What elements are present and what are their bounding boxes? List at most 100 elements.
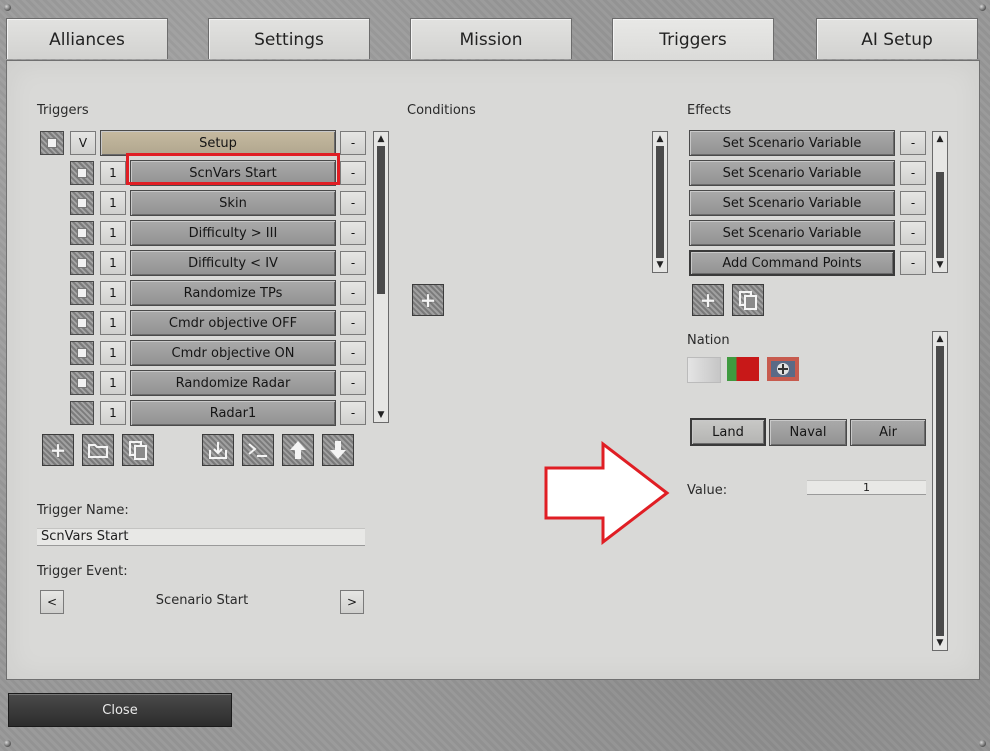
trigger-count[interactable]: 1 <box>100 371 126 395</box>
trigger-item-button[interactable]: Radar1 <box>130 400 336 426</box>
trigger-item-button[interactable]: Difficulty < IV <box>130 250 336 276</box>
import-icon <box>209 442 227 459</box>
effect-item-button[interactable]: Set Scenario Variable <box>689 190 895 216</box>
rivet <box>979 4 986 11</box>
trigger-remove-button[interactable]: - <box>340 281 366 305</box>
import-button[interactable] <box>202 434 234 466</box>
trigger-item-button[interactable]: Randomize TPs <box>130 280 336 306</box>
scroll-up-icon[interactable]: ▲ <box>374 133 388 145</box>
trigger-remove-button[interactable]: - <box>340 311 366 335</box>
add-effect-button[interactable]: + <box>692 284 724 316</box>
trigger-remove-button[interactable]: - <box>340 221 366 245</box>
scroll-thumb[interactable] <box>656 146 664 258</box>
branch-air-button[interactable]: Air <box>850 419 926 446</box>
effect-item-button[interactable]: Set Scenario Variable <box>689 160 895 186</box>
trigger-checkbox[interactable] <box>70 311 94 335</box>
trigger-count[interactable]: 1 <box>100 221 126 245</box>
tab-settings[interactable]: Settings <box>208 18 370 59</box>
trigger-count[interactable]: 1 <box>100 251 126 275</box>
tab-triggers[interactable]: Triggers <box>612 18 774 63</box>
trigger-count[interactable]: 1 <box>100 401 126 425</box>
effect-remove-button[interactable]: - <box>900 131 926 155</box>
add-condition-button[interactable]: + <box>412 284 444 316</box>
effect-item-button[interactable]: Set Scenario Variable <box>689 220 895 246</box>
scroll-down-icon[interactable]: ▼ <box>933 637 947 649</box>
trigger-checkbox[interactable] <box>70 191 94 215</box>
folder-button[interactable] <box>82 434 114 466</box>
effect-item-button[interactable]: Set Scenario Variable <box>689 130 895 156</box>
setup-checkbox[interactable] <box>40 131 64 155</box>
trigger-remove-button[interactable]: - <box>340 161 366 185</box>
trigger-item-button[interactable]: Skin <box>130 190 336 216</box>
scroll-thumb[interactable] <box>936 346 944 636</box>
conditions-heading: Conditions <box>407 103 476 118</box>
effects-heading: Effects <box>687 103 732 118</box>
trigger-remove-button[interactable]: - <box>340 401 366 425</box>
trigger-name-input[interactable]: ScnVars Start <box>37 528 365 546</box>
scroll-up-icon[interactable]: ▲ <box>933 133 947 145</box>
trigger-checkbox[interactable] <box>70 251 94 275</box>
trigger-count[interactable]: 1 <box>100 191 126 215</box>
nation-flag-white-icon[interactable] <box>687 357 721 383</box>
move-down-button[interactable] <box>322 434 354 466</box>
trigger-remove-button[interactable]: - <box>340 191 366 215</box>
branch-land-button[interactable]: Land <box>690 418 766 446</box>
copy-effect-button[interactable] <box>732 284 764 316</box>
console-icon <box>248 443 267 457</box>
event-prev-button[interactable]: < <box>40 590 64 614</box>
trigger-remove-button[interactable]: - <box>340 371 366 395</box>
scroll-down-icon[interactable]: ▼ <box>374 409 388 421</box>
add-trigger-button[interactable]: + <box>42 434 74 466</box>
effects-scrollbar[interactable]: ▲ ▼ <box>932 131 948 273</box>
trigger-count[interactable]: 1 <box>100 341 126 365</box>
trigger-name-label: Trigger Name: <box>37 503 129 518</box>
trigger-count[interactable]: 1 <box>100 281 126 305</box>
copy-trigger-button[interactable] <box>122 434 154 466</box>
rivet <box>4 740 11 747</box>
value-label: Value: <box>687 483 728 498</box>
scroll-down-icon[interactable]: ▼ <box>933 259 947 271</box>
scroll-thumb[interactable] <box>936 172 944 258</box>
trigger-checkbox[interactable] <box>70 161 94 185</box>
scroll-thumb[interactable] <box>377 146 385 294</box>
setup-remove-button[interactable]: - <box>340 131 366 155</box>
trigger-remove-button[interactable]: - <box>340 341 366 365</box>
tab-alliances[interactable]: Alliances <box>6 18 168 59</box>
console-button[interactable] <box>242 434 274 466</box>
close-button[interactable]: Close <box>8 693 232 727</box>
triggers-panel: Triggers V Setup - 1 ScnVars Start -1 Skin -… <box>6 60 980 680</box>
effect-remove-button[interactable]: - <box>900 161 926 185</box>
trigger-checkbox[interactable] <box>70 341 94 365</box>
tab-ai-setup[interactable]: AI Setup <box>816 18 978 59</box>
effect-remove-button[interactable]: - <box>900 191 926 215</box>
effect-remove-button[interactable]: - <box>900 221 926 245</box>
effect-remove-button[interactable]: - <box>900 251 926 275</box>
trigger-item-button[interactable]: Cmdr objective OFF <box>130 310 336 336</box>
event-next-button[interactable]: > <box>340 590 364 614</box>
scroll-up-icon[interactable]: ▲ <box>653 133 667 145</box>
trigger-checkbox[interactable] <box>70 221 94 245</box>
conditions-scrollbar[interactable]: ▲ ▼ <box>652 131 668 273</box>
scroll-down-icon[interactable]: ▼ <box>653 259 667 271</box>
setup-visibility-button[interactable]: V <box>70 131 96 155</box>
tab-mission[interactable]: Mission <box>410 18 572 59</box>
trigger-item-button[interactable]: Difficulty > III <box>130 220 336 246</box>
value-input[interactable]: 1 <box>807 480 926 495</box>
move-up-button[interactable] <box>282 434 314 466</box>
rivet <box>979 740 986 747</box>
trigger-checkbox[interactable] <box>70 281 94 305</box>
scroll-up-icon[interactable]: ▲ <box>933 333 947 345</box>
nation-flag-portugal-icon[interactable] <box>727 357 759 381</box>
trigger-remove-button[interactable]: - <box>340 251 366 275</box>
branch-naval-button[interactable]: Naval <box>769 419 847 446</box>
trigger-checkbox[interactable] <box>70 371 94 395</box>
trigger-count[interactable]: 1 <box>100 161 126 185</box>
effect-item-button[interactable]: Add Command Points <box>689 250 895 276</box>
nation-flag-germany-icon[interactable] <box>767 357 799 381</box>
trigger-checkbox[interactable] <box>70 401 94 425</box>
trigger-count[interactable]: 1 <box>100 311 126 335</box>
properties-scrollbar[interactable]: ▲ ▼ <box>932 331 948 651</box>
trigger-item-button[interactable]: Randomize Radar <box>130 370 336 396</box>
trigger-item-button[interactable]: Cmdr objective ON <box>130 340 336 366</box>
triggers-scrollbar[interactable]: ▲ ▼ <box>373 131 389 423</box>
